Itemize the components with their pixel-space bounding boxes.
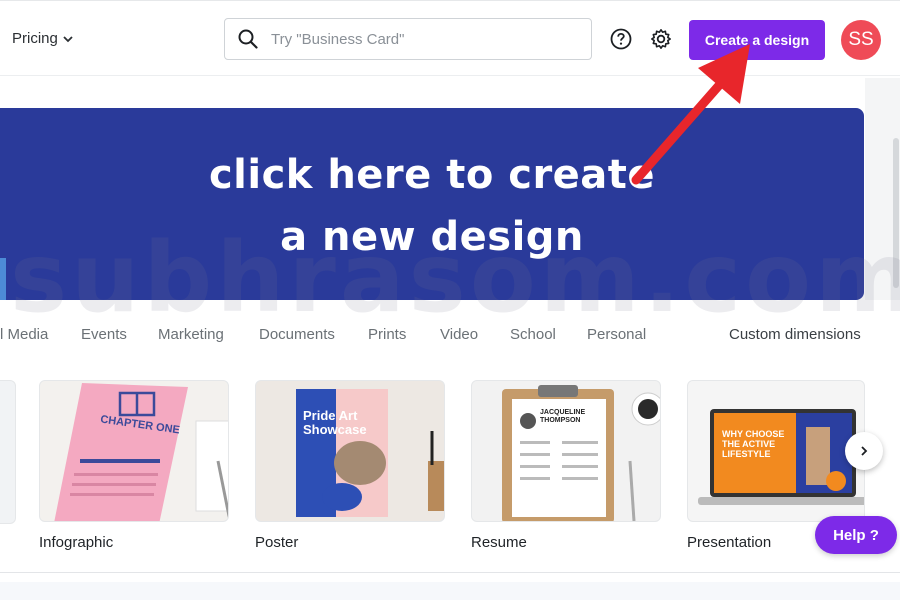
template-card-partial[interactable] bbox=[0, 380, 16, 524]
poster-thumb-title: Pride Art Showcase bbox=[303, 408, 367, 437]
template-label-presentation[interactable]: Presentation bbox=[687, 534, 771, 551]
template-label-infographic[interactable]: Infographic bbox=[39, 534, 113, 551]
category-tabs: l Media Events Marketing Documents Print… bbox=[0, 324, 900, 348]
tab-marketing[interactable]: Marketing bbox=[158, 326, 224, 343]
tab-prints[interactable]: Prints bbox=[368, 326, 406, 343]
template-card-presentation[interactable]: WHY CHOOSE THE ACTIVE LIFESTYLE bbox=[687, 380, 865, 522]
divider bbox=[0, 572, 900, 573]
chevron-right-icon bbox=[861, 446, 868, 456]
tab-school[interactable]: School bbox=[510, 326, 556, 343]
presentation-thumb-title: WHY CHOOSE THE ACTIVE LIFESTYLE bbox=[722, 429, 785, 459]
tab-social-media[interactable]: l Media bbox=[0, 326, 48, 343]
tab-video[interactable]: Video bbox=[440, 326, 478, 343]
tab-personal[interactable]: Personal bbox=[587, 326, 646, 343]
template-card-resume[interactable]: JACQUELINE THOMPSON bbox=[471, 380, 661, 522]
template-label-resume[interactable]: Resume bbox=[471, 534, 527, 551]
carousel-next-button[interactable] bbox=[845, 432, 883, 470]
template-card-poster[interactable]: Pride Art Showcase bbox=[255, 380, 445, 522]
tab-events[interactable]: Events bbox=[81, 326, 127, 343]
resume-thumb-title: JACQUELINE THOMPSON bbox=[540, 409, 586, 424]
resume-thumbnail bbox=[502, 385, 660, 521]
template-label-poster[interactable]: Poster bbox=[255, 534, 298, 551]
template-card-infographic[interactable]: CHAPTER ONE bbox=[39, 380, 229, 522]
tab-documents[interactable]: Documents bbox=[259, 326, 335, 343]
bottom-section bbox=[0, 582, 900, 600]
custom-dimensions-link[interactable]: Custom dimensions bbox=[729, 326, 861, 343]
infographic-thumbnail bbox=[54, 383, 228, 521]
poster-thumbnail bbox=[296, 389, 444, 517]
help-button[interactable]: Help ? bbox=[815, 516, 897, 554]
